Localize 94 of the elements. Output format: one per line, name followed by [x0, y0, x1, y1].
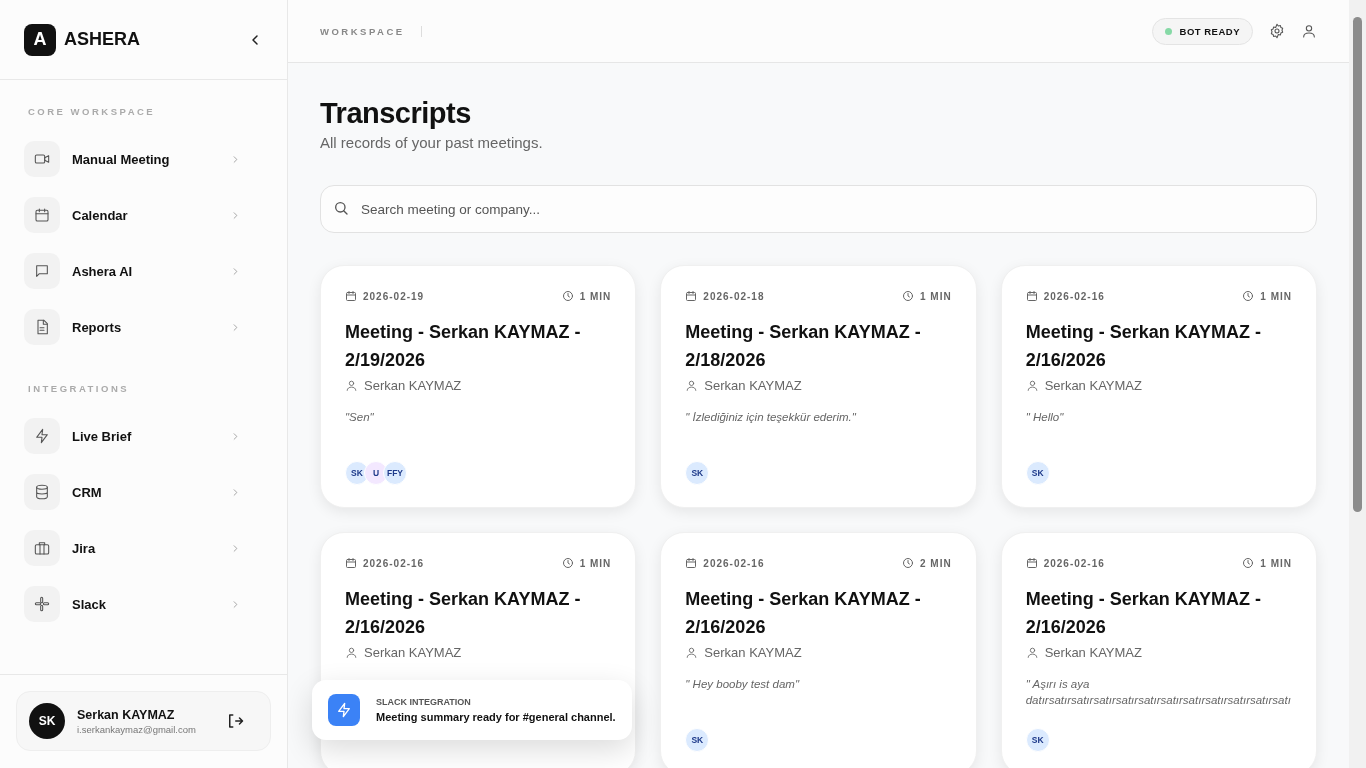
card-title: Meeting - Serkan KAYMAZ - 2/16/2026 [685, 588, 922, 639]
card-date: 2026-02-16 [1043, 290, 1105, 302]
card-duration: 1 MIN [579, 557, 612, 569]
card-title: Meeting - Serkan KAYMAZ - 2/16/2026 [1025, 321, 1263, 372]
card-date: 2026-02-16 [1043, 557, 1105, 569]
participant-avatar: SK [685, 461, 710, 485]
calendar-icon [1025, 557, 1038, 569]
transcript-card[interactable]: 2026-02-19 1 MIN Meeting - Serkan KAYMAZ - 2/19/2026 Serkan KAYMAZ "Sen" SK U FFY [320, 265, 637, 508]
brand-name: ASHERA [64, 29, 141, 50]
user-name: Serkan KAYMAZ [77, 707, 176, 722]
card-owner: Serkan KAYMAZ [364, 378, 462, 393]
clock-icon [902, 557, 914, 569]
chat-bubble-icon [34, 263, 50, 279]
lightning-icon [336, 702, 352, 718]
card-date: 2026-02-19 [363, 290, 425, 302]
card-title: Meeting - Serkan KAYMAZ - 2/19/2026 [345, 321, 582, 372]
card-duration: 1 MIN [920, 290, 952, 302]
clock-icon [902, 290, 914, 302]
briefcase-icon [34, 540, 50, 556]
card-duration: 1 MIN [1260, 557, 1292, 569]
card-date: 2026-02-18 [703, 290, 765, 302]
search-icon [333, 200, 349, 216]
calendar-icon [345, 557, 357, 569]
settings-icon [1269, 23, 1285, 39]
card-duration: 2 MIN [920, 557, 952, 569]
user-icon [1025, 379, 1039, 392]
user-email: i.serkankaymaz@gmail.com [77, 723, 197, 735]
section-heading: INTEGRATIONS [28, 383, 131, 394]
nav-item[interactable]: Calendar [72, 207, 218, 223]
card-duration: 1 MIN [579, 290, 612, 302]
user-avatar: SK [29, 703, 65, 739]
transcript-card[interactable]: 2026-02-16 1 MIN Meeting - Serkan KAYMAZ - 2/16/2026 Serkan KAYMAZ " Hello" SK [1000, 265, 1317, 508]
participant-avatar: SK [685, 728, 710, 752]
card-owner: Serkan KAYMAZ [1044, 378, 1142, 393]
card-snippet: " İzlediğiniz için teşekkür ederim." [685, 410, 857, 425]
card-owner: Serkan KAYMAZ [704, 378, 802, 393]
video-camera-icon [34, 151, 50, 167]
clock-icon [1242, 557, 1255, 569]
nav-item[interactable]: Slack [72, 596, 218, 612]
nav-item[interactable]: Manual Meeting [72, 151, 218, 167]
nav-item[interactable]: Ashera AI [72, 263, 218, 279]
participant-avatar: SK [345, 461, 369, 485]
card-snippet: " Hey booby test dam" [685, 677, 801, 692]
calendar-icon [685, 290, 698, 302]
card-date: 2026-02-16 [703, 557, 765, 569]
document-icon [34, 319, 50, 335]
clock-icon [561, 290, 574, 302]
user-icon [685, 379, 699, 392]
page-title: Transcripts [320, 97, 472, 130]
card-date: 2026-02-16 [363, 557, 425, 569]
nav-item[interactable]: Live Brief [72, 428, 218, 444]
participant-avatar: SK [1025, 461, 1050, 485]
section-heading: CORE WORKSPACE [28, 106, 157, 117]
card-owner: Serkan KAYMAZ [364, 645, 462, 660]
participant-avatar: FFY [383, 461, 407, 485]
toast-heading: SLACK INTEGRATION [376, 696, 472, 707]
card-owner: Serkan KAYMAZ [1044, 645, 1142, 660]
card-owner: Serkan KAYMAZ [704, 645, 802, 660]
toast-message: Meeting summary ready for #general channel. [376, 709, 616, 724]
card-title: Meeting - Serkan KAYMAZ - 2/18/2026 [685, 321, 922, 372]
user-icon [345, 646, 358, 659]
logo: A [24, 23, 56, 56]
database-icon [34, 484, 50, 500]
card-duration: 1 MIN [1260, 290, 1292, 302]
nav-item[interactable]: CRM [72, 484, 218, 500]
transcript-card[interactable]: 2026-02-16 1 MIN Meeting - Serkan KAYMAZ - 2/16/2026 Serkan KAYMAZ " Aşırı is aya datırsatırsatırsatırsatırsatırsatırsatırsatırsatırsatırsatı SK [1000, 532, 1317, 768]
page-subtitle: All records of your past meetings. [320, 134, 544, 151]
clock-icon [561, 557, 574, 569]
scrollbar[interactable] [1349, 0, 1366, 768]
card-title: Meeting - Serkan KAYMAZ - 2/16/2026 [345, 588, 582, 639]
transcript-card[interactable]: 2026-02-16 2 MIN Meeting - Serkan KAYMAZ - 2/16/2026 Serkan KAYMAZ " Hey booby test dam" SK [660, 532, 977, 768]
nav-item[interactable]: Jira [72, 540, 218, 556]
card-title: Meeting - Serkan KAYMAZ - 2/16/2026 [1025, 588, 1263, 639]
card-snippet: " Hello" [1025, 410, 1065, 425]
user-icon [345, 379, 358, 392]
participant-avatar: U [364, 461, 388, 485]
calendar-icon [1025, 290, 1038, 302]
calendar-icon [345, 290, 357, 302]
nav-item[interactable]: Reports [72, 319, 218, 335]
user-icon [685, 646, 699, 659]
transcript-card[interactable]: 2026-02-18 1 MIN Meeting - Serkan KAYMAZ - 2/18/2026 Serkan KAYMAZ " İzlediğiniz için teşekkür ederim." SK [660, 265, 977, 508]
search-field[interactable]: Search meeting or company... [320, 185, 1317, 233]
user-icon [1301, 23, 1317, 39]
breadcrumb: WORKSPACE [320, 25, 422, 37]
lightning-icon [34, 428, 50, 444]
card-snippet: "Sen" [345, 410, 375, 425]
participant-avatar: SK [1025, 728, 1050, 752]
clock-icon [1242, 290, 1255, 302]
card-snippet: " Aşırı is aya datırsatırsatırsatırsatırsatırsatırsatırsatırsatırsatırsatı [1025, 677, 1292, 708]
user-icon [1025, 646, 1039, 659]
status-label: BOT READY [1179, 25, 1240, 37]
logout-icon [226, 712, 244, 730]
calendar-icon [685, 557, 698, 569]
calendar-icon [34, 207, 50, 223]
